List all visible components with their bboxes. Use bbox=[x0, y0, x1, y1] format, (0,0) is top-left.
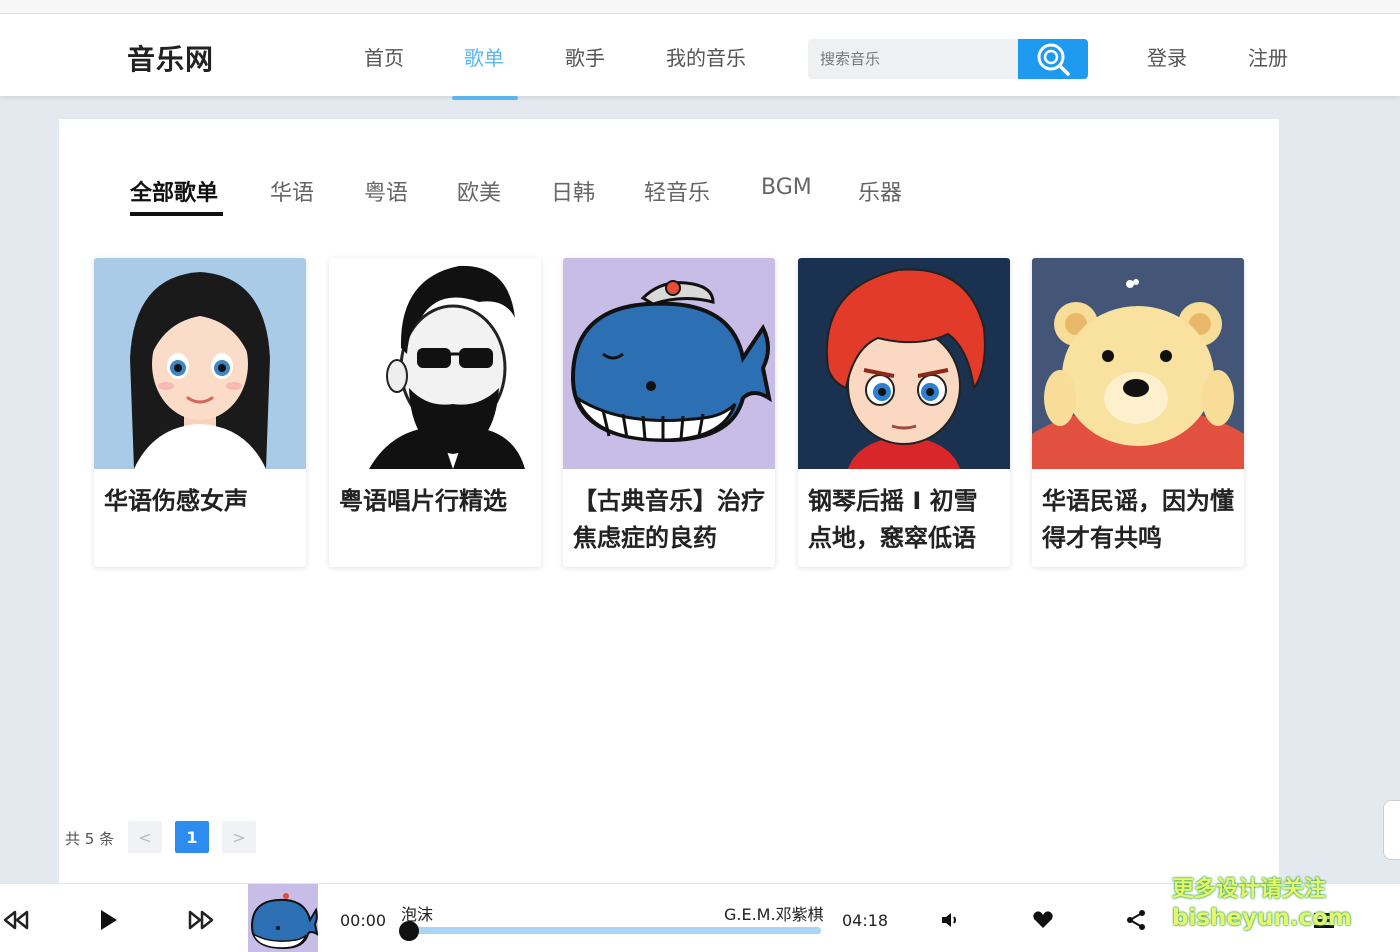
play-button[interactable] bbox=[94, 906, 122, 934]
playlist-title[interactable]: 钢琴后摇 I 初雪点地，窸窣低语 bbox=[798, 469, 1010, 557]
playlist-card[interactable]: 粤语唱片行精选 bbox=[329, 258, 541, 567]
tab-chinese[interactable]: 华语 bbox=[270, 175, 314, 207]
progress-handle[interactable] bbox=[399, 921, 419, 941]
pagination-total: 共 5 条 bbox=[65, 830, 115, 848]
pagination-prev-button[interactable]: < bbox=[128, 821, 162, 853]
nav-playlists[interactable]: 歌单 bbox=[464, 42, 504, 71]
playlist-card[interactable]: 华语伤感女声 bbox=[94, 258, 306, 567]
share-button[interactable] bbox=[1122, 906, 1150, 934]
login-link[interactable]: 登录 bbox=[1147, 42, 1187, 71]
heart-icon bbox=[1033, 911, 1053, 928]
site-logo[interactable]: 音乐网 bbox=[127, 38, 214, 78]
playlist-card[interactable]: 华语民谣，因为懂得才有共鸣 bbox=[1032, 258, 1244, 567]
tab-active-indicator bbox=[130, 212, 223, 216]
playlist-panel: 全部歌单 华语 粤语 欧美 日韩 轻音乐 BGM 乐器 华语伤感女声 粤语唱片行… bbox=[59, 119, 1279, 883]
red-hair-boy-cover bbox=[798, 258, 1010, 469]
share-icon bbox=[1127, 910, 1145, 930]
song-artist: G.E.M.邓紫棋 bbox=[724, 905, 824, 924]
nav-home[interactable]: 首页 bbox=[364, 42, 404, 71]
volume-icon bbox=[942, 913, 956, 927]
current-song-cover bbox=[248, 884, 318, 952]
volume-button[interactable] bbox=[936, 906, 964, 934]
previous-track-button[interactable] bbox=[2, 906, 30, 934]
watermark-line1: 更多设计请关注 bbox=[1172, 877, 1327, 902]
fast-forward-icon bbox=[188, 910, 214, 930]
cartoon-girl-cover bbox=[94, 258, 306, 469]
tab-western[interactable]: 欧美 bbox=[457, 175, 501, 207]
watermark-line2: bisheyun.com bbox=[1172, 905, 1352, 931]
progress-track[interactable] bbox=[409, 927, 821, 934]
bearded-man-cover bbox=[329, 258, 541, 469]
nav-singers[interactable]: 歌手 bbox=[565, 42, 605, 71]
tab-all[interactable]: 全部歌单 bbox=[130, 175, 218, 207]
pagination-next-button[interactable]: > bbox=[222, 821, 256, 853]
tab-light-music[interactable]: 轻音乐 bbox=[644, 175, 710, 207]
tab-cantonese[interactable]: 粤语 bbox=[364, 175, 408, 207]
current-time: 00:00 bbox=[340, 911, 387, 930]
pagination-page-1[interactable]: 1 bbox=[175, 821, 209, 853]
search-input[interactable] bbox=[808, 39, 1018, 79]
tab-instrument[interactable]: 乐器 bbox=[858, 175, 902, 207]
register-link[interactable]: 注册 bbox=[1248, 42, 1288, 71]
teddy-bear-cover bbox=[1032, 258, 1244, 469]
playlist-title[interactable]: 华语伤感女声 bbox=[94, 469, 306, 520]
playlist-title[interactable]: 华语民谣，因为懂得才有共鸣 bbox=[1032, 469, 1244, 557]
next-track-button[interactable] bbox=[187, 906, 215, 934]
blue-whale-cover bbox=[563, 258, 775, 469]
total-time: 04:18 bbox=[842, 911, 889, 930]
site-header: 音乐网 首页 歌单 歌手 我的音乐 登录 注册 bbox=[0, 14, 1400, 100]
side-float-tab[interactable] bbox=[1383, 800, 1400, 860]
nav-active-indicator bbox=[452, 96, 518, 100]
search-button[interactable] bbox=[1018, 39, 1088, 79]
search-icon bbox=[1037, 43, 1070, 76]
tab-jp-kr[interactable]: 日韩 bbox=[551, 175, 595, 207]
playlist-card[interactable]: 【古典音乐】治疗焦虑症的良药 bbox=[563, 258, 775, 567]
music-player-bar: 00:00 泡沫 G.E.M.邓紫棋 04:18 更多设计请关注 bisheyu… bbox=[0, 877, 1400, 952]
watermark: 更多设计请关注 bisheyun.com bbox=[1172, 876, 1352, 932]
nav-my-music[interactable]: 我的音乐 bbox=[666, 42, 746, 71]
search-box bbox=[808, 39, 1088, 79]
browser-strip bbox=[0, 0, 1400, 14]
tab-bgm[interactable]: BGM bbox=[761, 175, 812, 200]
playlist-title[interactable]: 粤语唱片行精选 bbox=[329, 469, 541, 520]
play-icon bbox=[101, 910, 117, 930]
rewind-icon bbox=[3, 910, 29, 930]
playlist-title[interactable]: 【古典音乐】治疗焦虑症的良药 bbox=[563, 469, 775, 557]
favorite-button[interactable] bbox=[1029, 906, 1057, 934]
playlist-card[interactable]: 钢琴后摇 I 初雪点地，窸窣低语 bbox=[798, 258, 1010, 567]
